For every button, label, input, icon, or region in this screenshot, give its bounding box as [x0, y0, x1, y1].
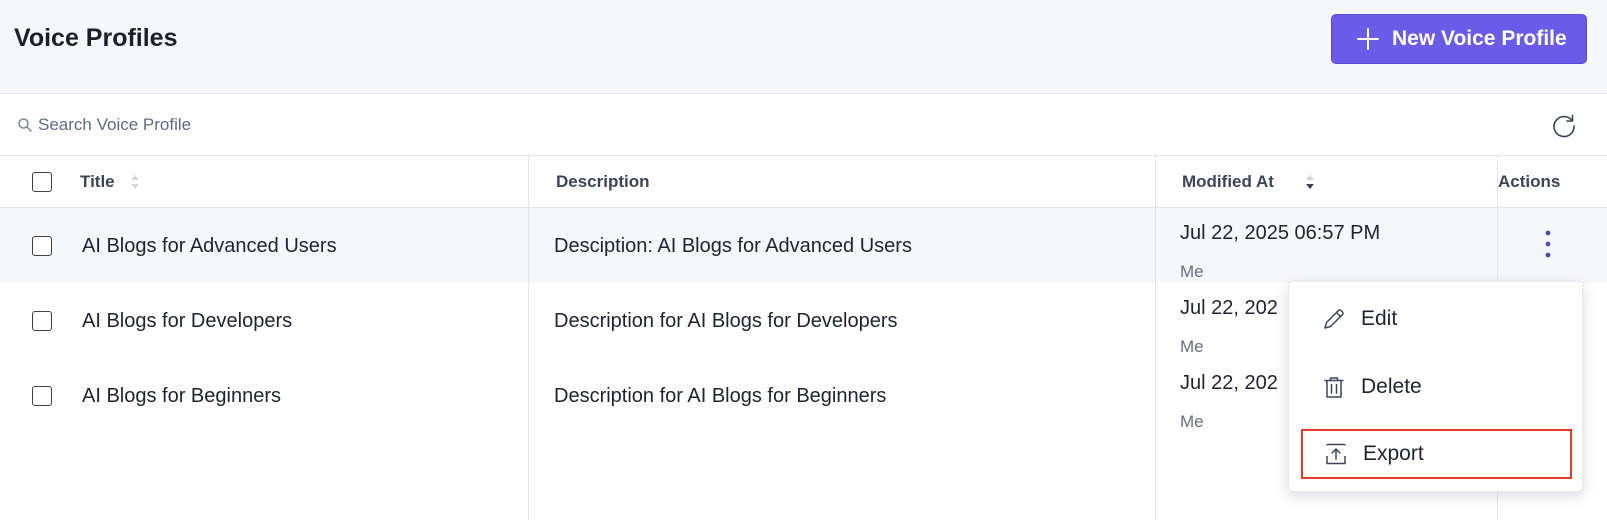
column-modified-at[interactable]: Modified At [1182, 156, 1316, 208]
refresh-icon[interactable] [1550, 112, 1578, 140]
plus-icon [1357, 28, 1379, 50]
page-title: Voice Profiles [14, 24, 178, 52]
row-modified-by: Me [1180, 412, 1204, 431]
row-checkbox[interactable] [32, 236, 52, 256]
row-modified-date: Jul 22, 2025 06:57 PM [1180, 222, 1381, 244]
row-checkbox[interactable] [32, 311, 52, 331]
pencil-icon [1324, 309, 1344, 329]
row-modified-date: Jul 22, 202 [1180, 372, 1278, 394]
row-title: AI Blogs for Advanced Users [82, 235, 337, 257]
row-title: AI Blogs for Beginners [82, 385, 281, 407]
sort-icon[interactable] [129, 172, 141, 192]
menu-item-label: Edit [1361, 307, 1398, 330]
column-actions-label: Actions [1498, 172, 1561, 191]
row-description: Description for AI Blogs for Beginners [554, 385, 887, 407]
search-icon [18, 118, 32, 132]
menu-item-delete[interactable]: Delete [1301, 362, 1572, 412]
row-actions-menu: Edit Delete Export [1288, 281, 1583, 492]
table-header: Title Description Modified At Actions [0, 156, 1607, 208]
column-divider [1155, 156, 1156, 520]
search-input[interactable] [38, 111, 638, 139]
row-checkbox[interactable] [32, 386, 52, 406]
new-voice-profile-label: New Voice Profile [1392, 27, 1567, 50]
row-modified-by: Me [1180, 337, 1204, 356]
row-description: Description for AI Blogs for Developers [554, 310, 898, 332]
column-divider [528, 156, 529, 520]
export-icon [1326, 443, 1346, 465]
more-vertical-icon[interactable] [1540, 227, 1556, 261]
trash-icon [1324, 377, 1344, 398]
new-voice-profile-button[interactable]: New Voice Profile [1331, 14, 1587, 64]
column-actions: Actions [1498, 156, 1560, 208]
select-all-checkbox[interactable] [32, 172, 52, 192]
column-modified-at-label: Modified At [1182, 172, 1274, 191]
column-title-label: Title [80, 172, 115, 191]
row-modified-date: Jul 22, 202 [1180, 297, 1278, 319]
sort-desc-icon[interactable] [1304, 172, 1316, 192]
menu-item-export[interactable]: Export [1301, 429, 1572, 479]
menu-item-label: Delete [1361, 375, 1422, 398]
menu-item-label: Export [1363, 442, 1424, 465]
menu-item-edit[interactable]: Edit [1301, 294, 1572, 344]
column-description-label: Description [556, 172, 650, 191]
column-title[interactable]: Title [80, 156, 141, 208]
search-bar [0, 94, 1607, 156]
row-title: AI Blogs for Developers [82, 310, 293, 332]
row-description: Desciption: AI Blogs for Advanced Users [554, 235, 912, 257]
row-modified-by: Me [1180, 262, 1204, 281]
page-header: Voice Profiles New Voice Profile [0, 0, 1607, 94]
column-description: Description [556, 156, 650, 208]
